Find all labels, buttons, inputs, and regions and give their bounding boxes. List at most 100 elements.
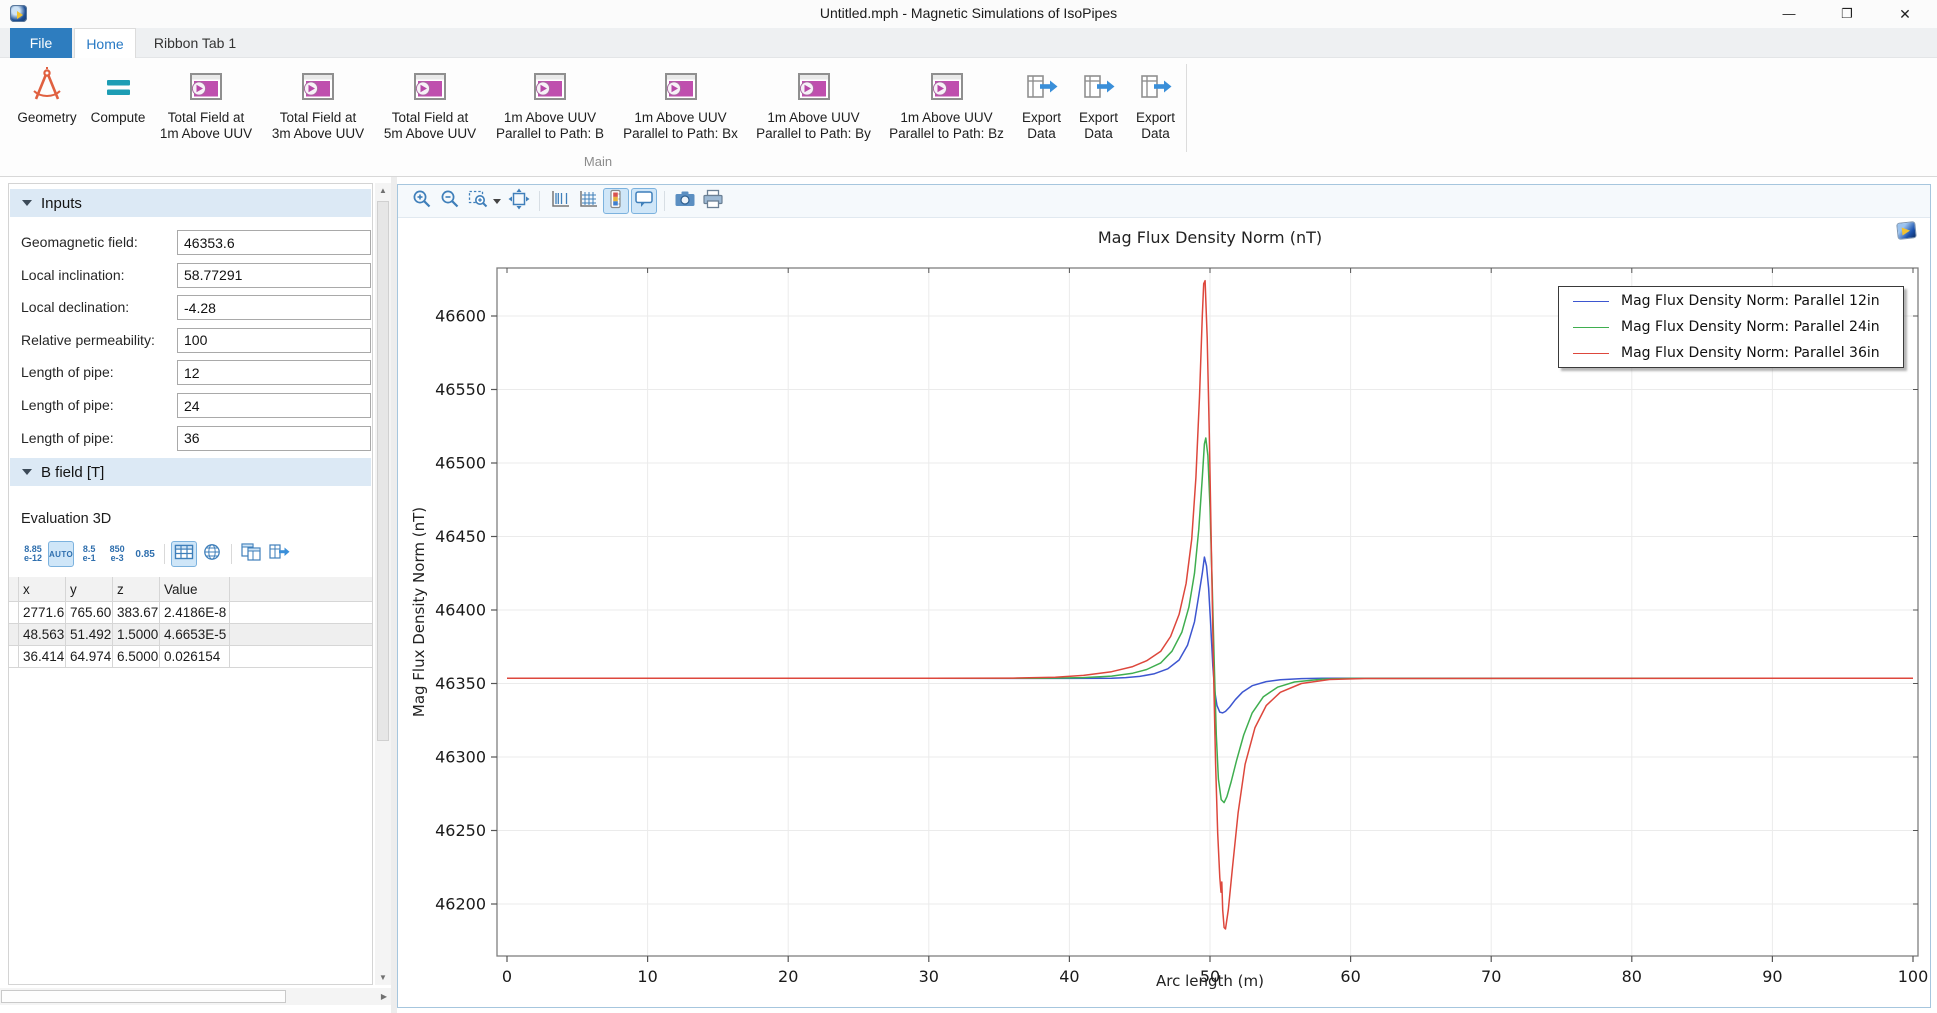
- scroll-up-icon[interactable]: ▲: [379, 186, 387, 195]
- parallel-path-by-button[interactable]: 1m Above UUV Parallel to Path: By: [748, 62, 879, 144]
- y-tick-label: 46300: [435, 748, 486, 767]
- horizontal-scroll-thumb[interactable]: [1, 990, 286, 1003]
- table-cell[interactable]: 765.60: [66, 602, 113, 623]
- y-tick-label: 46350: [435, 674, 486, 693]
- compute-button[interactable]: Compute: [87, 62, 149, 128]
- color-legend-icon: [605, 188, 627, 215]
- toolbar-separator: [664, 191, 665, 211]
- scroll-right-icon[interactable]: ▶: [381, 992, 387, 1001]
- zoom-in-button[interactable]: [409, 188, 435, 214]
- table-row[interactable]: 36.41464.9746.50000.026154: [9, 646, 372, 668]
- legend-item: Mag Flux Density Norm: Parallel 24in: [1559, 314, 1903, 340]
- input-row: Length of pipe:: [9, 393, 372, 419]
- table-row[interactable]: 48.56351.4921.50004.6653E-5: [9, 624, 372, 646]
- table-cell[interactable]: 48.563: [19, 624, 66, 645]
- ribbon-button-label: 1m Above UUV Parallel to Path: By: [756, 110, 871, 142]
- plotwin-icon: [661, 64, 701, 110]
- color-legend-button[interactable]: [603, 188, 629, 214]
- app-window: Untitled.mph - Magnetic Simulations of I…: [0, 0, 1937, 1013]
- ribbon-tab-1[interactable]: Ribbon Tab 1: [140, 28, 250, 58]
- x-tick-label: 80: [1622, 967, 1642, 986]
- table-cell[interactable]: 64.974: [66, 646, 113, 667]
- x-tick-label: 40: [1059, 967, 1079, 986]
- pipe-length-24-input[interactable]: [177, 393, 371, 418]
- export-icon: [1079, 64, 1119, 110]
- plot-table-button[interactable]: [199, 541, 225, 567]
- total-field-1m-button[interactable]: Total Field at 1m Above UUV: [151, 62, 261, 144]
- table-view-button[interactable]: [171, 541, 197, 567]
- y-tick-label: 46600: [435, 307, 486, 326]
- export-table-button[interactable]: [266, 541, 292, 567]
- inputs-section-header[interactable]: Inputs: [10, 189, 371, 217]
- table-cell[interactable]: 2771.6: [19, 602, 66, 623]
- decimal-notation-button[interactable]: 0.85: [132, 541, 158, 567]
- input-label: Local inclination:: [21, 267, 125, 283]
- axis-scale-button[interactable]: [547, 188, 573, 214]
- zoom-box-button[interactable]: [465, 188, 491, 214]
- export-data-1-button[interactable]: Export Data: [1014, 62, 1069, 144]
- scientific-notation-button[interactable]: 8.5e-1: [76, 541, 102, 567]
- table-cell[interactable]: 4.6653E-5: [160, 624, 230, 645]
- dropdown-caret-icon[interactable]: [493, 199, 501, 204]
- table-cell[interactable]: 36.414: [19, 646, 66, 667]
- total-field-5m-button[interactable]: Total Field at 5m Above UUV: [375, 62, 485, 144]
- maximize-button[interactable]: ❐: [1824, 0, 1870, 28]
- relative-permeability-input[interactable]: [177, 328, 371, 353]
- table-header-Value[interactable]: Value: [160, 577, 230, 601]
- tooltip-button[interactable]: [631, 188, 657, 214]
- local-inclination-input[interactable]: [177, 263, 371, 288]
- image-snapshot-button[interactable]: [672, 188, 698, 214]
- y-tick-label: 46250: [435, 821, 486, 840]
- full-precision-button[interactable]: 8.85e-12: [20, 541, 46, 567]
- table-cell[interactable]: 383.67: [113, 602, 160, 623]
- ribbon-button-label: Export Data: [1136, 110, 1175, 142]
- export-data-2-button[interactable]: Export Data: [1071, 62, 1126, 144]
- geomagnetic-field-input[interactable]: [177, 230, 371, 255]
- scroll-down-icon[interactable]: ▼: [379, 973, 387, 982]
- vertical-scroll-thumb[interactable]: [377, 201, 389, 741]
- table-cell[interactable]: 0.026154: [160, 646, 230, 667]
- plotwin-icon: [410, 64, 450, 110]
- pipe-length-12-input[interactable]: [177, 360, 371, 385]
- x-tick-label: 70: [1481, 967, 1501, 986]
- export-data-3-button[interactable]: Export Data: [1128, 62, 1183, 144]
- close-button[interactable]: ✕: [1882, 0, 1928, 28]
- home-tab[interactable]: Home: [74, 28, 136, 58]
- ribbon-button-label: 1m Above UUV Parallel to Path: B: [496, 110, 604, 142]
- copy-table-button[interactable]: [238, 541, 264, 567]
- engineering-notation-button[interactable]: 850e-3: [104, 541, 130, 567]
- auto-notation-button[interactable]: AUTO: [48, 541, 74, 567]
- print-button[interactable]: [700, 188, 726, 214]
- grid-button[interactable]: [575, 188, 601, 214]
- table-row[interactable]: 2771.6765.60383.672.4186E-8: [9, 602, 372, 624]
- table-cell[interactable]: 2.4186E-8: [160, 602, 230, 623]
- auto-label: AUTO: [49, 550, 73, 559]
- ribbon-tabstrip: File Home Ribbon Tab 1: [0, 28, 1937, 58]
- bfield-section-title: B field [T]: [41, 464, 104, 481]
- table-cell[interactable]: 1.5000: [113, 624, 160, 645]
- input-row: Relative permeability:: [9, 328, 372, 354]
- ribbon-button-label: Total Field at 3m Above UUV: [272, 110, 364, 142]
- total-field-3m-button[interactable]: Total Field at 3m Above UUV: [263, 62, 373, 144]
- minimize-button[interactable]: —: [1766, 0, 1812, 28]
- pipe-length-36-input[interactable]: [177, 426, 371, 451]
- file-tab[interactable]: File: [10, 28, 72, 58]
- evaluation-table: xyzValue2771.6765.60383.672.4186E-848.56…: [9, 577, 372, 668]
- left-panel-vertical-scrollbar[interactable]: ▲ ▼: [375, 183, 391, 985]
- zoom-out-button[interactable]: [437, 188, 463, 214]
- x-tick-label: 90: [1762, 967, 1782, 986]
- local-declination-input[interactable]: [177, 295, 371, 320]
- table-header-z[interactable]: z: [113, 577, 160, 601]
- parallel-path-b-button[interactable]: 1m Above UUV Parallel to Path: B: [487, 62, 613, 144]
- zoom-extents-button[interactable]: [506, 188, 532, 214]
- geometry-button[interactable]: Geometry: [9, 62, 85, 128]
- left-panel-horizontal-scrollbar[interactable]: ▶: [0, 988, 391, 1005]
- y-tick-label: 46550: [435, 380, 486, 399]
- parallel-path-bx-button[interactable]: 1m Above UUV Parallel to Path: Bx: [615, 62, 746, 144]
- table-header-y[interactable]: y: [66, 577, 113, 601]
- table-cell[interactable]: 51.492: [66, 624, 113, 645]
- table-cell[interactable]: 6.5000: [113, 646, 160, 667]
- bfield-section-header[interactable]: B field [T]: [10, 458, 371, 486]
- parallel-path-bz-button[interactable]: 1m Above UUV Parallel to Path: Bz: [881, 62, 1012, 144]
- table-header-x[interactable]: x: [19, 577, 66, 601]
